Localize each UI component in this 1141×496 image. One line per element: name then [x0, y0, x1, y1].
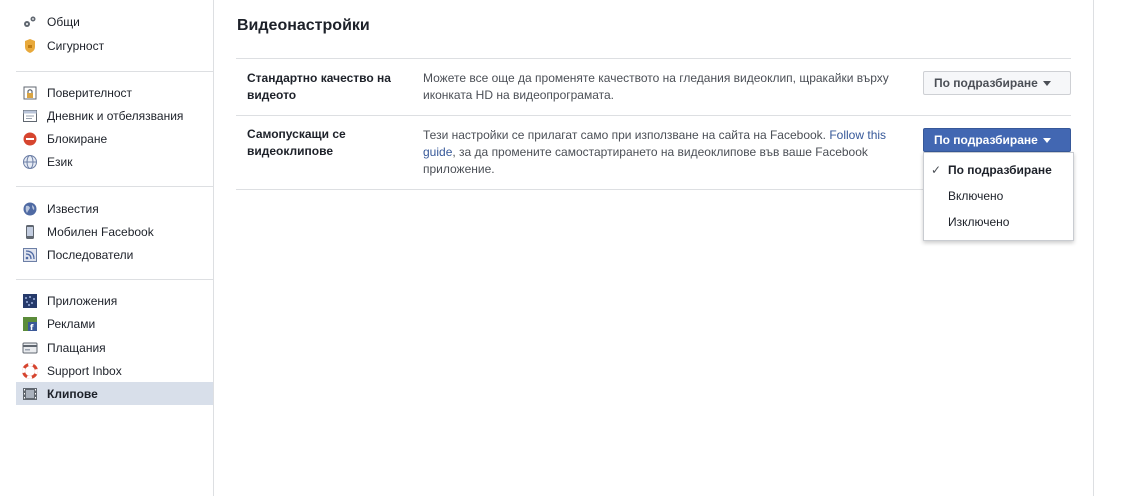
section-divider: [236, 58, 1071, 59]
video-quality-dropdown-button[interactable]: По подразбиране: [923, 71, 1071, 95]
sidebar-item-label: Клипове: [47, 386, 98, 401]
sidebar-item-ads[interactable]: f Реклами: [16, 312, 213, 335]
autoplay-description-text-end: , за да промените самостартирането на ви…: [423, 145, 868, 176]
sidebar-item-label: Сигурност: [47, 38, 105, 53]
rss-icon: [22, 247, 38, 263]
setting-label-video-quality: Стандартно качество на видеото: [247, 71, 391, 102]
dropdown-option-default[interactable]: ✓ По подразбиране: [924, 158, 1073, 182]
sidebar-item-label: Блокиране: [47, 131, 108, 146]
timeline-icon: [22, 108, 38, 124]
setting-label-autoplay: Самопускащи се видеоклипове: [247, 127, 346, 158]
ads-icon: f: [22, 316, 38, 332]
sidebar-item-language[interactable]: Език: [16, 150, 213, 173]
dropdown-option-label: По подразбиране: [948, 163, 1052, 177]
setting-description-video-quality: Можете все още да променяте качеството н…: [423, 71, 889, 102]
sidebar-item-label: Support Inbox: [47, 363, 122, 378]
sidebar-item-timeline[interactable]: Дневник и отбелязвания: [16, 104, 213, 127]
dropdown-button-label: По подразбиране: [934, 76, 1038, 90]
sidebar-item-followers[interactable]: Последователи: [16, 243, 213, 266]
caret-down-icon: [1042, 81, 1051, 86]
lock-icon: [22, 85, 38, 101]
setting-description-autoplay: Тези настройки се прилагат само при изпо…: [423, 127, 903, 178]
page-title: Видеонастройки: [237, 17, 370, 34]
sidebar-item-general[interactable]: Общи: [16, 10, 213, 33]
sidebar-item-privacy[interactable]: Поверителност: [16, 81, 213, 104]
credit-card-icon: [22, 340, 38, 356]
sidebar-item-videos[interactable]: Клипове: [16, 382, 213, 405]
sidebar-divider: [16, 71, 213, 72]
caret-down-icon: [1042, 138, 1051, 143]
sidebar-item-label: Език: [47, 154, 73, 169]
sidebar-item-label: Дневник и отбелязвания: [47, 108, 184, 123]
sidebar-item-blocking[interactable]: Блокиране: [16, 127, 213, 150]
checkmark-icon: ✓: [930, 163, 942, 177]
lifebuoy-icon: [22, 362, 38, 379]
sidebar-item-support-inbox[interactable]: Support Inbox: [16, 359, 213, 382]
dropdown-option-on[interactable]: Включено: [924, 184, 1073, 208]
autoplay-description-text: Тези настройки се прилагат само при изпо…: [423, 128, 830, 142]
sidebar-item-label: Известия: [47, 201, 99, 216]
sidebar-item-security[interactable]: Сигурност: [16, 34, 213, 57]
dropdown-button-label: По подразбиране: [934, 133, 1038, 147]
mobile-icon: [22, 224, 38, 240]
row-divider: [236, 115, 1071, 116]
autoplay-dropdown-menu: ✓ По подразбиране Включено Изключено: [923, 152, 1074, 241]
globe-icon: [22, 154, 38, 170]
sidebar-item-payments[interactable]: Плащания: [16, 336, 213, 359]
gears-icon: [22, 14, 38, 30]
settings-sidebar: Общи Сигурност Поверителност Дневник и о…: [0, 0, 214, 496]
sidebar-item-label: Поверителност: [47, 85, 133, 100]
film-icon: [22, 386, 38, 402]
sidebar-item-apps[interactable]: Приложения: [16, 289, 213, 312]
apps-icon: [22, 293, 38, 309]
dropdown-option-off[interactable]: Изключено: [924, 210, 1073, 234]
dropdown-option-label: Включено: [948, 189, 1004, 203]
notifications-globe-icon: [22, 201, 38, 217]
sidebar-item-mobile[interactable]: Мобилен Facebook: [16, 220, 213, 243]
sidebar-item-label: Мобилен Facebook: [47, 224, 154, 239]
sidebar-item-label: Плащания: [47, 340, 106, 355]
sidebar-item-label: Приложения: [47, 293, 118, 308]
sidebar-divider: [16, 186, 213, 187]
security-badge-icon: [22, 38, 38, 54]
sidebar-divider: [16, 279, 213, 280]
dropdown-option-label: Изключено: [948, 215, 1010, 229]
block-icon: [22, 131, 38, 147]
sidebar-item-label: Общи: [47, 14, 80, 29]
sidebar-item-notifications[interactable]: Известия: [16, 197, 213, 220]
svg-text:f: f: [30, 323, 34, 332]
autoplay-dropdown-button[interactable]: По подразбиране: [923, 128, 1071, 152]
video-settings-panel: Видеонастройки Стандартно качество на ви…: [214, 0, 1094, 496]
sidebar-item-label: Последователи: [47, 247, 134, 262]
sidebar-item-label: Реклами: [47, 316, 96, 331]
